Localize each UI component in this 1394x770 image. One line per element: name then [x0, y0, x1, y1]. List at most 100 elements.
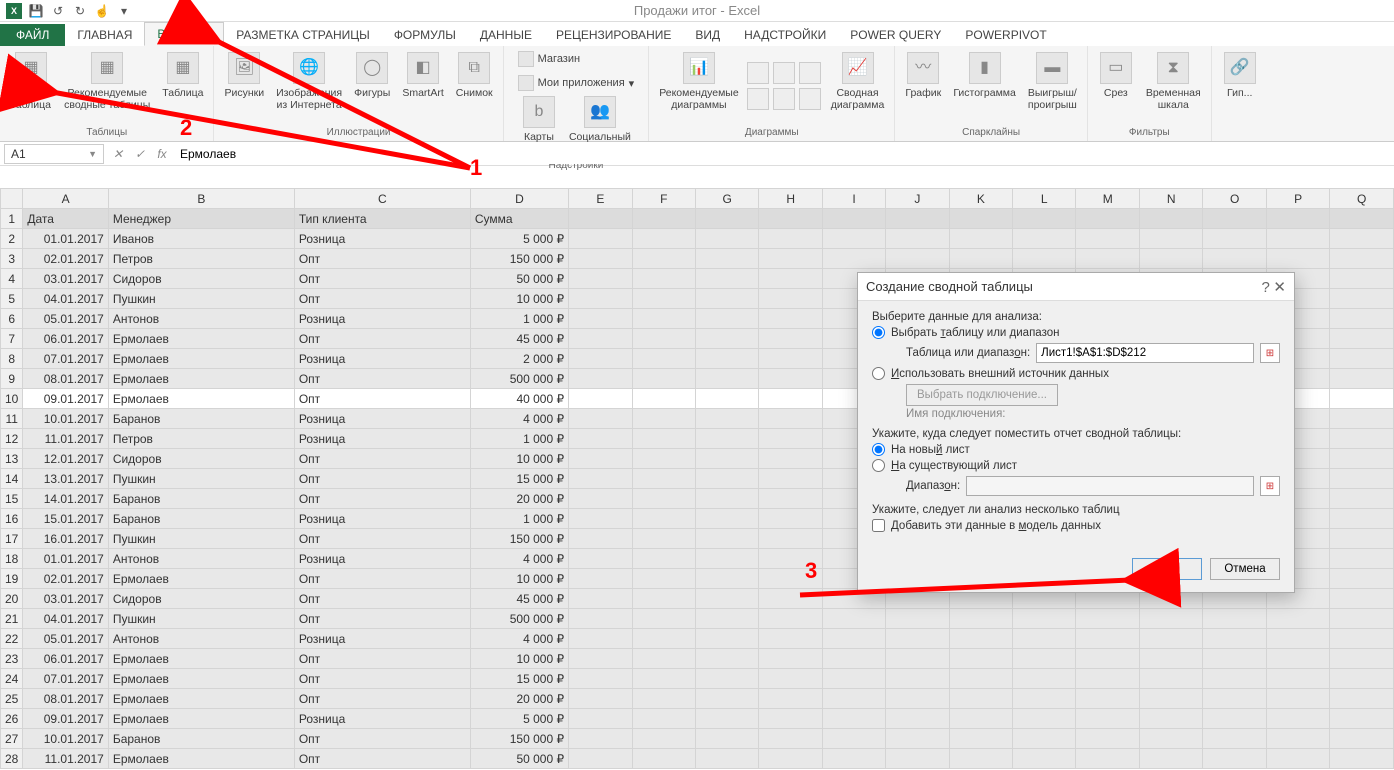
cell[interactable] — [632, 549, 695, 569]
tab-powerquery[interactable]: POWER QUERY — [838, 24, 953, 46]
table-row[interactable]: 1ДатаМенеджерТип клиентаСумма — [1, 209, 1394, 229]
cell[interactable] — [1203, 709, 1266, 729]
tab-addins[interactable]: НАДСТРОЙКИ — [732, 24, 838, 46]
row-header[interactable]: 3 — [1, 249, 23, 269]
row-header[interactable]: 23 — [1, 649, 23, 669]
cell[interactable]: 12.01.2017 — [23, 449, 108, 469]
sparkline-line-button[interactable]: 〰График — [901, 49, 945, 102]
cell[interactable]: Ермолаев — [108, 389, 294, 409]
row-header[interactable]: 10 — [1, 389, 23, 409]
cell[interactable]: 10 000 ₽ — [470, 449, 568, 469]
cell[interactable] — [1013, 229, 1076, 249]
cell[interactable] — [569, 449, 632, 469]
cell[interactable]: Опт — [294, 329, 470, 349]
formula-input[interactable] — [176, 144, 1390, 164]
cell[interactable] — [759, 509, 822, 529]
cell[interactable]: 20 000 ₽ — [470, 489, 568, 509]
cell[interactable] — [569, 689, 632, 709]
cell[interactable]: 40 000 ₽ — [470, 389, 568, 409]
cell[interactable] — [632, 369, 695, 389]
cell[interactable] — [569, 349, 632, 369]
cell[interactable] — [695, 729, 758, 749]
cell[interactable] — [886, 689, 949, 709]
column-header[interactable]: P — [1266, 189, 1329, 209]
cell[interactable] — [1330, 249, 1394, 269]
cell[interactable] — [569, 289, 632, 309]
cell[interactable] — [1076, 629, 1140, 649]
cell[interactable] — [695, 709, 758, 729]
cell[interactable]: Розница — [294, 549, 470, 569]
table-row[interactable]: 302.01.2017ПетровОпт150 000 ₽ — [1, 249, 1394, 269]
cell[interactable] — [1139, 709, 1202, 729]
cell[interactable]: 05.01.2017 — [23, 629, 108, 649]
cell[interactable]: Пушкин — [108, 289, 294, 309]
cell[interactable]: 10 000 ₽ — [470, 569, 568, 589]
fx-icon[interactable]: fx — [154, 147, 170, 161]
cell[interactable] — [695, 409, 758, 429]
cell[interactable]: Антонов — [108, 549, 294, 569]
cell[interactable] — [569, 429, 632, 449]
cell[interactable]: 13.01.2017 — [23, 469, 108, 489]
cell[interactable] — [949, 709, 1012, 729]
cell[interactable] — [632, 209, 695, 229]
header-cell[interactable]: Менеджер — [108, 209, 294, 229]
recommended-pivot-button[interactable]: ▦Рекомендуемые сводные таблицы — [60, 49, 154, 114]
cell[interactable] — [1013, 249, 1076, 269]
cell[interactable]: 45 000 ₽ — [470, 589, 568, 609]
cell[interactable] — [569, 389, 632, 409]
cell[interactable] — [695, 209, 758, 229]
row-header[interactable]: 1 — [1, 209, 23, 229]
cell[interactable] — [695, 509, 758, 529]
cell[interactable]: 20 000 ₽ — [470, 689, 568, 709]
cell[interactable] — [1266, 729, 1329, 749]
cell[interactable]: 02.01.2017 — [23, 249, 108, 269]
cell[interactable] — [1330, 729, 1394, 749]
row-header[interactable]: 12 — [1, 429, 23, 449]
cell[interactable]: Ермолаев — [108, 689, 294, 709]
pivot-chart-button[interactable]: 📈Сводная диаграмма — [827, 49, 889, 114]
cell[interactable]: 09.01.2017 — [23, 709, 108, 729]
cell[interactable]: Баранов — [108, 509, 294, 529]
screenshot-button[interactable]: ⧉Снимок — [452, 49, 497, 102]
cell[interactable]: 45 000 ₽ — [470, 329, 568, 349]
chart-type-icon[interactable] — [773, 62, 795, 84]
cell[interactable] — [1013, 209, 1076, 229]
cell[interactable] — [1266, 649, 1329, 669]
row-header[interactable]: 4 — [1, 269, 23, 289]
cell[interactable]: 06.01.2017 — [23, 329, 108, 349]
cell[interactable] — [569, 269, 632, 289]
cell[interactable] — [695, 749, 758, 769]
cell[interactable] — [1330, 309, 1394, 329]
cancel-icon[interactable]: ✕ — [110, 147, 126, 161]
cell[interactable] — [759, 469, 822, 489]
cell[interactable] — [1203, 629, 1266, 649]
row-header[interactable]: 20 — [1, 589, 23, 609]
cell[interactable] — [759, 269, 822, 289]
ok-button[interactable]: ОК — [1132, 558, 1202, 580]
cell[interactable]: Опт — [294, 289, 470, 309]
cell[interactable] — [1076, 249, 1140, 269]
timeline-button[interactable]: ⧗Временная шкала — [1142, 49, 1205, 114]
cell[interactable] — [1330, 469, 1394, 489]
cell[interactable] — [759, 749, 822, 769]
pictures-button[interactable]: 🖼Рисунки — [220, 49, 268, 102]
cell[interactable] — [1266, 229, 1329, 249]
cell[interactable] — [695, 549, 758, 569]
cell[interactable] — [1330, 389, 1394, 409]
cell[interactable]: 06.01.2017 — [23, 649, 108, 669]
tab-data[interactable]: ДАННЫЕ — [468, 24, 544, 46]
column-header[interactable]: L — [1013, 189, 1076, 209]
cell[interactable] — [759, 649, 822, 669]
cell[interactable] — [822, 649, 885, 669]
tab-powerpivot[interactable]: POWERPIVOT — [953, 24, 1058, 46]
cell[interactable] — [949, 729, 1012, 749]
column-header[interactable]: J — [886, 189, 949, 209]
cell[interactable] — [1330, 329, 1394, 349]
hyperlink-button[interactable]: 🔗Гип... — [1218, 49, 1262, 102]
cell[interactable] — [695, 389, 758, 409]
row-header[interactable]: 2 — [1, 229, 23, 249]
column-header[interactable]: B — [108, 189, 294, 209]
row-header[interactable]: 18 — [1, 549, 23, 569]
cell[interactable] — [1330, 489, 1394, 509]
cell[interactable] — [569, 409, 632, 429]
